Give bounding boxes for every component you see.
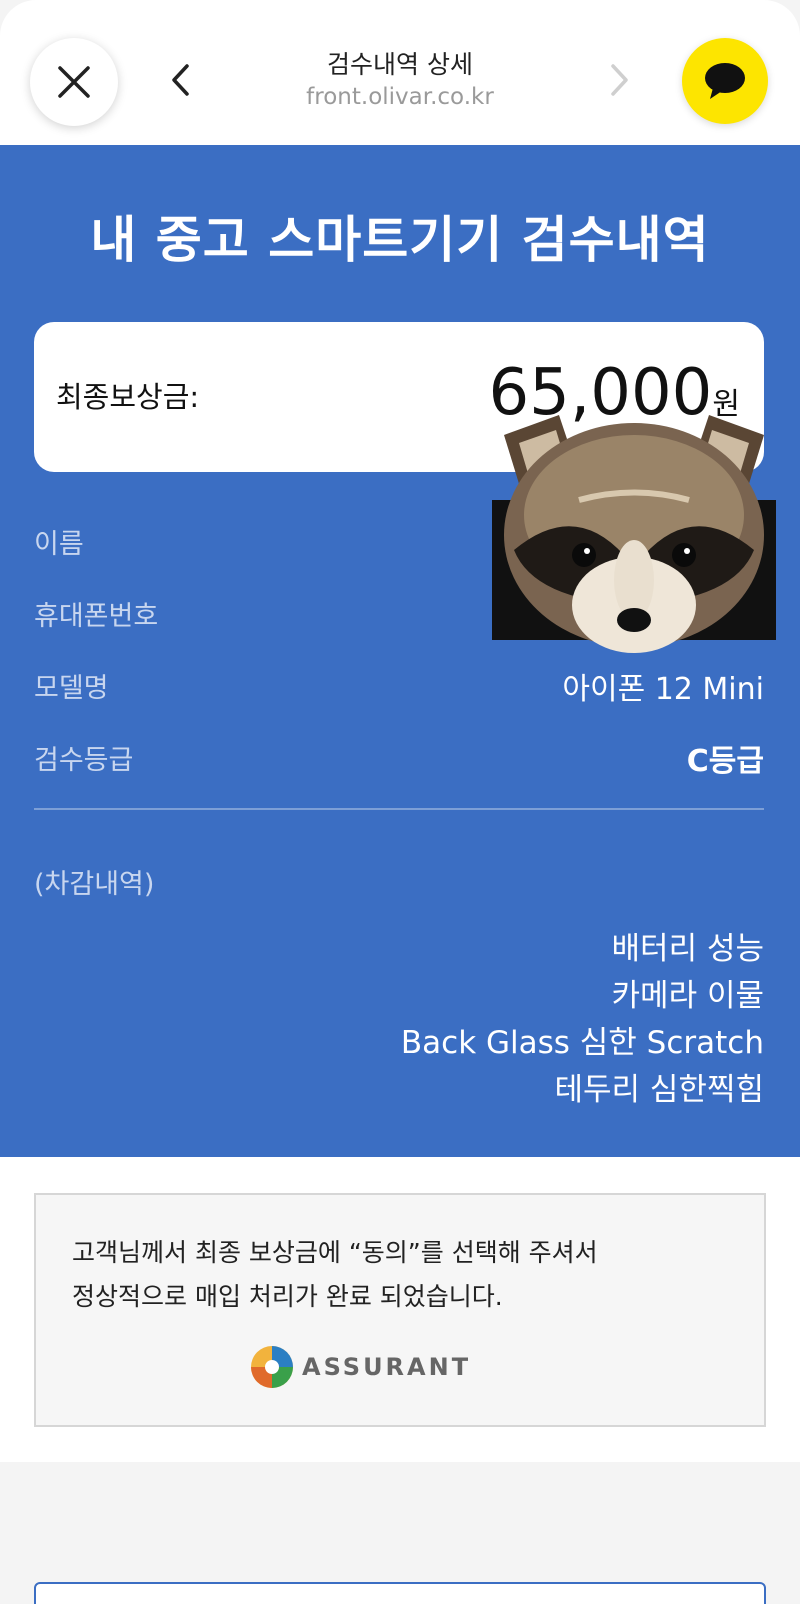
close-button[interactable]	[30, 38, 118, 126]
notice-line-2: 정상적으로 매입 처리가 완료 되었습니다.	[72, 1282, 503, 1311]
page-url: front.olivar.co.kr	[306, 84, 494, 110]
page-title: 검수내역 상세	[327, 50, 473, 79]
final-amount-label: 최종보상금:	[56, 380, 200, 414]
page-title-block: 검수내역 상세 front.olivar.co.kr	[250, 48, 550, 112]
raccoon-sticker	[492, 415, 776, 653]
deduction-item: Back Glass 심한 Scratch	[400, 1025, 764, 1061]
info-value-model: 아이폰 12 Mini	[562, 672, 764, 707]
browser-header: 검수내역 상세 front.olivar.co.kr	[0, 0, 800, 145]
webview-sheet: 검수내역 상세 front.olivar.co.kr 내 중고 스마트기기 검수…	[0, 0, 800, 1604]
chat-bubble-icon	[705, 63, 745, 99]
chevron-right-icon	[611, 64, 628, 96]
notice-line-1: 고객님께서 최종 보상금에 “동의”를 선택해 주셔서	[72, 1238, 598, 1267]
info-label-name: 이름	[34, 529, 84, 560]
deduction-list: 배터리 성능 카메라 이물 Back Glass 심한 Scratch 테두리 …	[401, 926, 764, 1114]
bottom-input-box[interactable]	[34, 1582, 766, 1604]
info-label-model: 모델명	[34, 673, 109, 704]
forward-button[interactable]	[600, 58, 640, 102]
assurant-logo: ASSURANT	[250, 1343, 471, 1391]
hero-title: 내 중고 스마트기기 검수내역	[90, 211, 710, 269]
deduction-title: (차감내역)	[34, 869, 155, 900]
section-divider	[34, 808, 764, 810]
info-value-grade: C등급	[686, 744, 764, 779]
completion-notice: 고객님께서 최종 보상금에 “동의”를 선택해 주셔서 정상적으로 매입 처리가…	[34, 1193, 766, 1427]
assurant-mark-icon	[251, 1346, 293, 1388]
deduction-item: 테두리 심한찍힘	[554, 1072, 765, 1108]
deduction-item: 배터리 성능	[611, 931, 764, 967]
chevron-left-icon	[172, 64, 189, 96]
back-button[interactable]	[160, 58, 200, 102]
close-icon	[58, 66, 90, 98]
deduction-item: 카메라 이물	[611, 978, 764, 1014]
kakao-chat-button[interactable]	[682, 38, 768, 124]
info-label-phone: 휴대폰번호	[34, 601, 159, 632]
assurant-brand-text: ASSURANT	[302, 1353, 472, 1381]
info-label-grade: 검수등급	[34, 745, 134, 776]
